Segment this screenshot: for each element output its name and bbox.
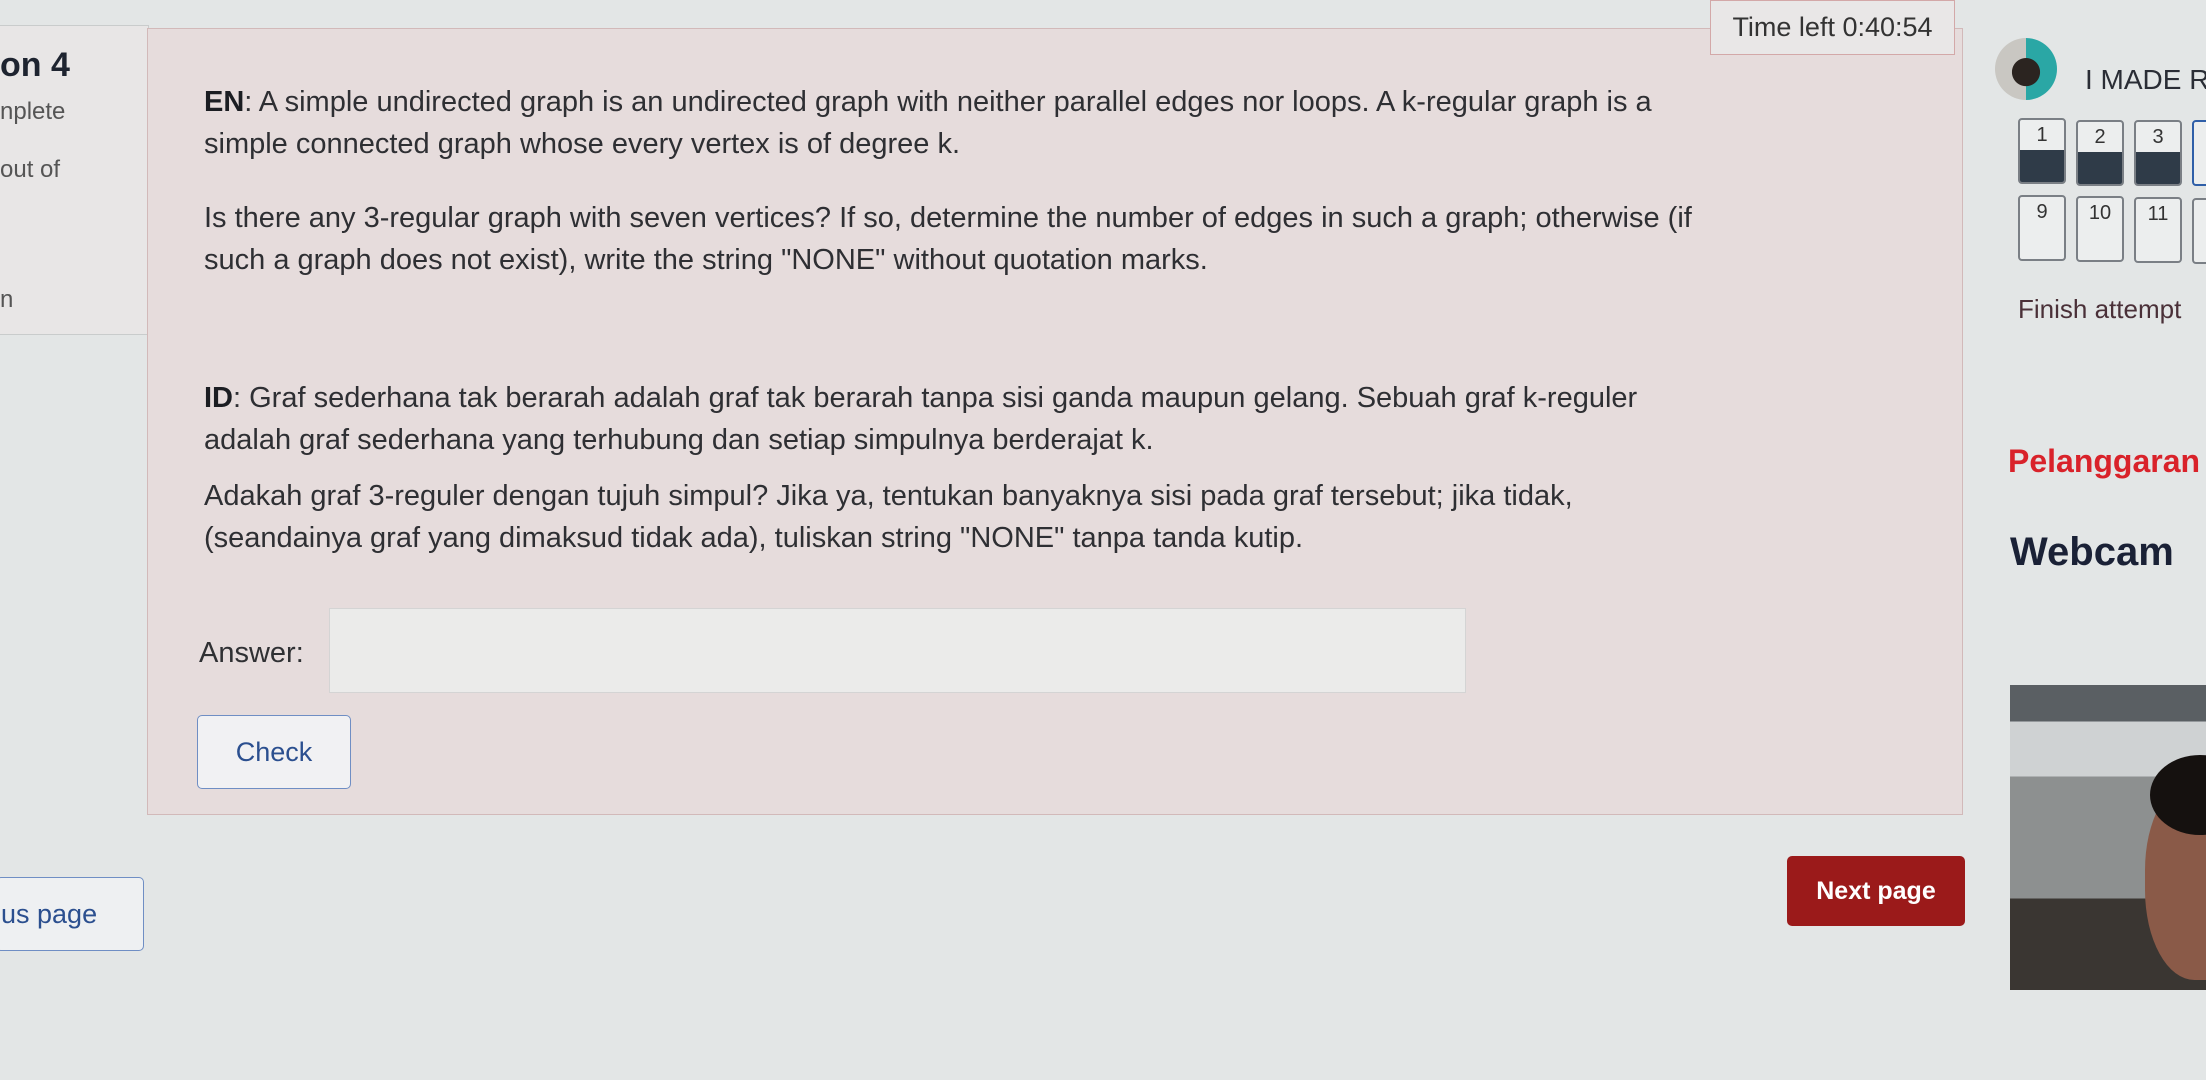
nav-question-10[interactable]: 10 — [2076, 196, 2124, 262]
nav-question-1[interactable]: 1 — [2018, 118, 2066, 184]
finish-attempt-link[interactable]: Finish attempt — [2018, 294, 2181, 325]
user-name: I MADE RA — [2085, 64, 2206, 95]
question-mark: out of — [0, 156, 61, 183]
flag-question[interactable]: n — [0, 286, 13, 314]
text-line: Is there any 3-regular graph with seven … — [204, 202, 1692, 234]
time-left: Time left 0:40:54 — [1710, 0, 1955, 55]
check-button[interactable]: Check — [197, 715, 351, 789]
nav-question-2[interactable]: 2 — [2076, 120, 2124, 186]
nav-question-3[interactable]: 3 — [2134, 120, 2182, 186]
nav-number: 10 — [2088, 202, 2112, 224]
id-label: ID — [204, 382, 233, 414]
nav-question-4[interactable] — [2192, 120, 2206, 186]
id-definition: ID: Graf sederhana tak berarah adalah gr… — [204, 377, 1637, 461]
text-line: (seandainya graf yang dimaksud tidak ada… — [204, 522, 1304, 554]
text-line: adalah graf sederhana yang terhubung dan… — [204, 424, 1154, 456]
en-label: EN — [204, 86, 245, 118]
text-line: : A simple undirected graph is an undire… — [244, 86, 1652, 118]
question-info-panel: on 4 nplete out of n — [0, 25, 149, 335]
webcam-title: Webcam — [2010, 530, 2174, 574]
answer-label: Answer: — [199, 637, 304, 669]
id-question: Adakah graf 3-reguler dengan tujuh simpu… — [204, 475, 1573, 559]
nav-number: 3 — [2152, 126, 2164, 148]
previous-page-button[interactable]: us page — [0, 877, 144, 951]
nav-question-9[interactable]: 9 — [2018, 195, 2066, 261]
nav-number: 1 — [2036, 124, 2048, 146]
en-question: Is there any 3-regular graph with seven … — [204, 197, 1692, 281]
nav-number: 9 — [2036, 201, 2048, 223]
question-content: EN: A simple undirected graph is an undi… — [147, 28, 1963, 815]
nav-question-11[interactable]: 11 — [2134, 197, 2182, 263]
nav-question-12[interactable] — [2192, 198, 2206, 264]
text-line: Adakah graf 3-reguler dengan tujuh simpu… — [204, 480, 1573, 512]
nav-number: 11 — [2147, 203, 2169, 225]
webcam-feed — [2010, 685, 2206, 990]
nav-number: 2 — [2094, 126, 2106, 148]
text-line: : Graf sederhana tak berarah adalah graf… — [233, 382, 1638, 414]
violation-label: Pelanggaran — [2008, 443, 2201, 479]
question-number: on 4 — [0, 46, 70, 84]
avatar — [1995, 38, 2057, 100]
en-definition: EN: A simple undirected graph is an undi… — [204, 81, 1652, 165]
next-page-button[interactable]: Next page — [1787, 856, 1965, 926]
text-line: such a graph does not exist), write the … — [204, 244, 1208, 276]
text-line: simple connected graph whose every verte… — [204, 128, 961, 160]
question-status: nplete — [0, 98, 66, 125]
answer-input[interactable] — [329, 608, 1466, 693]
